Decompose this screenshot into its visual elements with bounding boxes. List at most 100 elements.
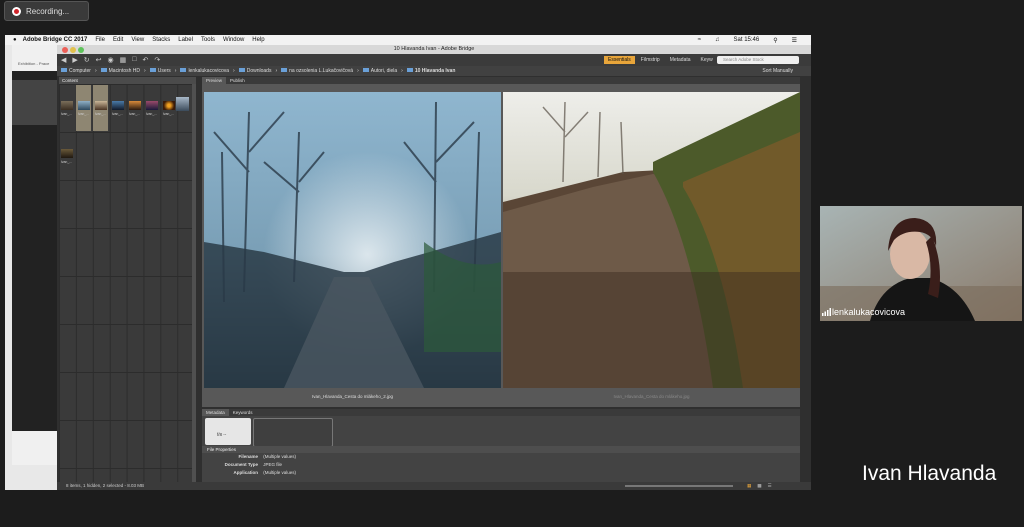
menu-label[interactable]: Label <box>178 37 193 43</box>
path-separator: › <box>357 68 359 74</box>
open-icon[interactable]: □ <box>132 56 136 64</box>
thumbnail[interactable]: Ivan_... <box>59 133 74 179</box>
metadata-placard: f/8 -- <box>205 418 251 445</box>
path-nominations[interactable]: na ozsolenia L.Lukačovičová <box>281 68 353 74</box>
thumbnail-label: Ivan_... <box>111 112 124 116</box>
background-browser-window: Exhibition - Prace <box>12 45 60 465</box>
property-key: Application <box>233 470 259 475</box>
forward-icon[interactable]: ▶ <box>72 56 77 64</box>
thumbnail-selected[interactable]: Ivan_... <box>93 85 108 131</box>
menu-window[interactable]: Window <box>223 37 244 43</box>
thumbnail[interactable]: Ivan_... <box>127 85 142 131</box>
path-separator: › <box>233 68 235 74</box>
path-current-folder[interactable]: 10 Hlavanda Ivan <box>406 68 455 74</box>
workspace-filmstrip[interactable]: Filmstrip <box>637 56 664 64</box>
list-icon[interactable]: ☰ <box>792 37 797 44</box>
file-property-row: Application (Multiple values) <box>202 470 322 477</box>
browser-tab-title[interactable]: Exhibition - Prace <box>18 61 49 66</box>
tab-preview[interactable]: Preview <box>202 77 227 84</box>
workspace-keywords[interactable]: Keyw <box>697 56 717 64</box>
aperture-value: f/8 -- <box>217 432 227 437</box>
thumbnail[interactable]: Ivan_... <box>110 85 125 131</box>
property-key: Filename <box>238 454 258 459</box>
preview-image-foggy-forest-blue[interactable] <box>204 92 501 388</box>
tab-keywords[interactable]: Keywords <box>229 409 257 416</box>
folder-icon <box>149 68 156 72</box>
thumbnail-image <box>60 149 73 158</box>
menu-file[interactable]: File <box>95 37 105 43</box>
path-users[interactable]: Users <box>149 68 171 74</box>
stock-search-input[interactable]: Search Adobe Stock <box>717 56 799 64</box>
workspace-metadata[interactable]: Metadata <box>666 56 695 64</box>
browser-image-strip <box>12 80 60 125</box>
back-icon[interactable]: ◀ <box>61 56 66 64</box>
zoom-icon[interactable] <box>78 47 84 53</box>
close-icon[interactable] <box>62 47 68 53</box>
path-user[interactable]: lenkalukacovicova <box>180 68 229 74</box>
thumbnail[interactable]: Ivan_... <box>59 85 74 131</box>
recording-indicator[interactable]: Recording... <box>4 1 89 21</box>
status-text: 8 items, 1 hidden, 2 selected - 8.03 MB <box>66 483 145 488</box>
bridge-titlebar: 10 Hlavanda Ivan - Adobe Bridge <box>57 45 811 54</box>
sort-menu[interactable]: Sort Manually <box>762 66 793 76</box>
content-tab[interactable]: Content <box>59 77 196 84</box>
tab-metadata[interactable]: Metadata <box>202 409 229 416</box>
rotate-left-icon[interactable]: ↶ <box>143 56 149 64</box>
thumbnail[interactable]: Ivan_... <box>144 85 159 131</box>
file-property-row: Document Type JPEG file <box>202 462 322 469</box>
search-icon[interactable]: ⚲ <box>773 37 777 44</box>
menubar-clock[interactable]: Sat 15:46 <box>734 37 760 43</box>
thumbnail-selected[interactable]: Ivan_... <box>76 85 91 131</box>
menu-view[interactable]: View <box>131 37 144 43</box>
property-key: Document Type <box>224 462 258 467</box>
content-grid <box>59 84 196 482</box>
file-properties-header[interactable]: File Properties <box>202 446 800 453</box>
folder-icon <box>281 68 288 72</box>
recent-folder-icon[interactable]: ↻ <box>84 56 90 64</box>
path-authors[interactable]: Autori, diela <box>362 68 397 74</box>
browser-content <box>12 71 60 431</box>
path-computer[interactable]: Computer <box>61 68 91 74</box>
path-macintosh-hd[interactable]: Macintosh HD <box>100 68 140 74</box>
menu-tools[interactable]: Tools <box>201 37 215 43</box>
refine-icon[interactable]: ▦ <box>120 56 127 64</box>
thumbnail-image <box>94 101 107 110</box>
window-title: 10 Hlavanda Ivan - Adobe Bridge <box>393 46 475 52</box>
thumbnail-image <box>77 101 90 110</box>
path-downloads[interactable]: Downloads <box>238 68 271 74</box>
menu-app-name[interactable]: Adobe Bridge CC 2017 <box>23 37 88 43</box>
thumbnail-partial[interactable] <box>176 97 189 111</box>
boomerang-icon[interactable]: ↩ <box>96 56 102 64</box>
record-icon <box>12 6 21 16</box>
thumbnail-label: Ivan_... <box>145 112 158 116</box>
folder-icon <box>238 68 245 72</box>
volume-icon[interactable]: ♫ <box>715 37 720 43</box>
workspace-essentials[interactable]: Essentials <box>604 56 635 64</box>
workspace-switcher: Essentials Filmstrip Metadata Keyw <box>604 56 717 64</box>
thumbnail-size-slider[interactable] <box>625 485 733 487</box>
grid-view-icon[interactable]: ▦ <box>747 482 751 490</box>
folder-icon <box>61 68 67 72</box>
apple-icon[interactable]: ● <box>13 37 17 43</box>
list-view-icon[interactable]: ☰ <box>768 482 772 490</box>
path-separator: › <box>174 68 177 74</box>
thumbnail-view-icon[interactable]: ▩ <box>757 482 761 490</box>
camera-icon[interactable]: ◉ <box>108 56 114 64</box>
thumbnail-image <box>128 101 141 110</box>
menu-edit[interactable]: Edit <box>113 37 123 43</box>
menu-help[interactable]: Help <box>252 37 264 43</box>
content-scrollbar[interactable] <box>192 84 196 482</box>
rotate-right-icon[interactable]: ↷ <box>154 56 160 64</box>
thumbnail[interactable]: Ivan_... <box>161 85 176 131</box>
property-value: (Multiple values) <box>263 470 297 475</box>
folder-icon <box>180 68 187 72</box>
webcam-video[interactable] <box>820 206 1022 321</box>
minimize-icon[interactable] <box>70 47 76 53</box>
tab-publish[interactable]: Publish <box>226 77 249 84</box>
wifi-icon[interactable]: ≈ <box>698 37 701 43</box>
path-separator: › <box>401 68 403 74</box>
participant-name: lenkalukacovicova <box>832 307 906 317</box>
preview-image-foggy-path-autumn[interactable] <box>503 92 800 388</box>
menu-stacks[interactable]: Stacks <box>152 37 170 43</box>
path-separator: › <box>144 68 146 74</box>
